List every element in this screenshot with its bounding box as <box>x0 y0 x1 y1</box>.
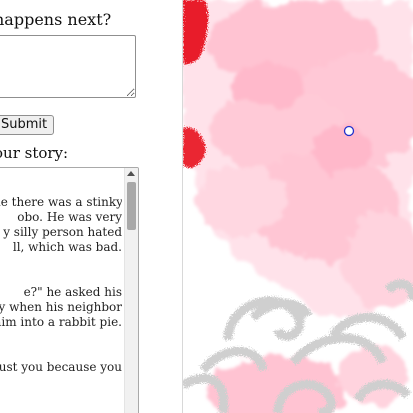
story-line <box>0 375 122 390</box>
story-line <box>0 330 122 345</box>
what-happens-next-label: happens next? <box>0 10 112 29</box>
story-line: ll, which was bad. <box>12 240 122 254</box>
app-window: happens next? Submit our story: ne there… <box>0 0 413 413</box>
story-textarea[interactable]: ne there was a stinky obo. He was very y… <box>0 167 139 413</box>
scroll-thumb[interactable] <box>127 182 136 230</box>
story-text: ne there was a stinky obo. He was very y… <box>0 180 122 390</box>
canvas-art <box>183 0 413 413</box>
story-line: him into a rabbit pie. <box>0 315 122 329</box>
story-line: ne there was a stinky <box>0 195 122 209</box>
next-event-input[interactable] <box>0 35 136 98</box>
drawing-canvas[interactable] <box>183 0 413 413</box>
story-line <box>0 255 122 270</box>
story-panel: happens next? Submit our story: ne there… <box>0 0 182 413</box>
submit-button[interactable]: Submit <box>0 115 55 135</box>
story-line: obo. He was very <box>17 210 122 224</box>
story-line: e?" he asked his <box>23 285 122 299</box>
story-line <box>0 270 122 285</box>
scroll-up-arrow-icon[interactable] <box>127 171 135 176</box>
story-line: y silly person hated <box>3 225 122 239</box>
story-scrollbar[interactable] <box>124 168 138 413</box>
your-story-label: our story: <box>0 144 69 162</box>
story-line <box>0 180 122 195</box>
story-line: y when his neighbor <box>0 300 122 314</box>
story-line: ust you because you <box>0 360 122 374</box>
cursor-marker-icon[interactable] <box>343 125 355 137</box>
story-line <box>0 345 122 360</box>
